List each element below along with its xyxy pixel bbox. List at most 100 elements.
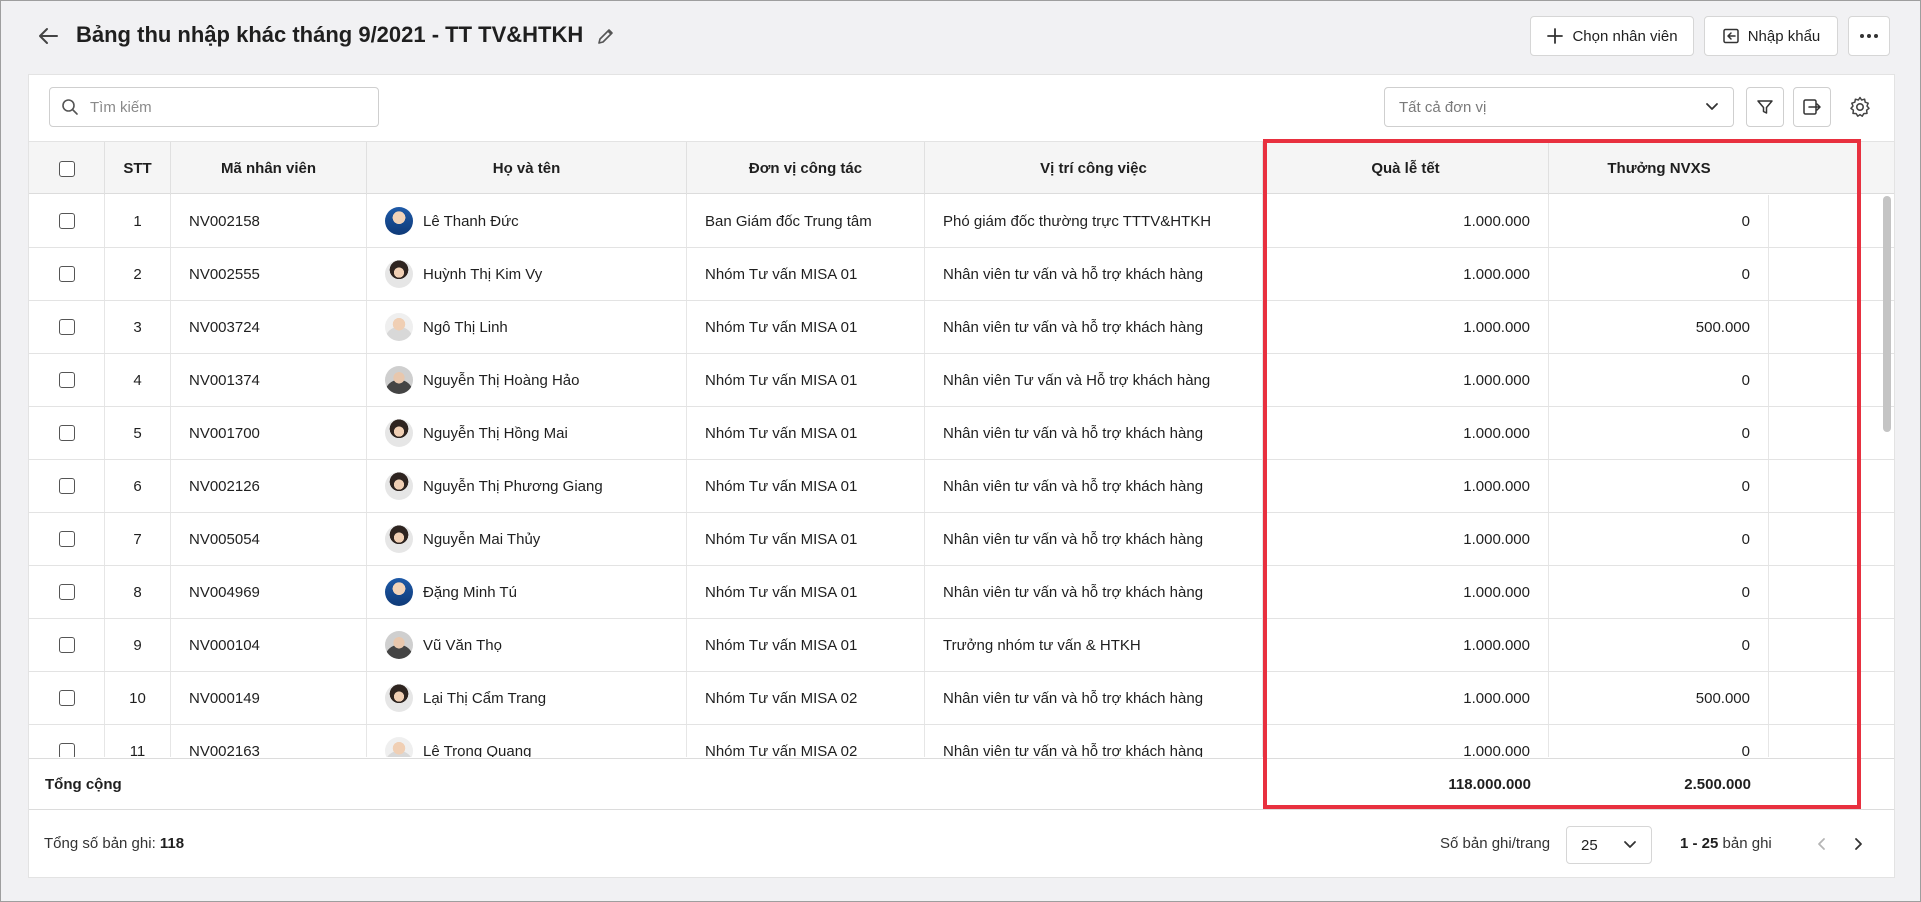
- back-button[interactable]: [34, 22, 62, 50]
- row-checkbox[interactable]: [58, 637, 75, 653]
- table-row[interactable]: 2 NV002555 Huỳnh Thị Kim Vy Nhóm Tư vấn MIS…: [29, 248, 1894, 301]
- stt-cell: 8: [105, 566, 171, 618]
- header-select-all: [29, 142, 105, 195]
- stt-cell: 6: [105, 460, 171, 512]
- position-cell: Nhân viên tư vấn và hỗ trợ khách hàng: [925, 513, 1263, 565]
- search-input[interactable]: [90, 98, 360, 116]
- stt-cell: 1: [105, 195, 171, 247]
- holiday-gift-cell: 1.000.000: [1263, 301, 1549, 353]
- settings-button[interactable]: [1841, 87, 1879, 127]
- import-button[interactable]: Nhập khẩu: [1704, 16, 1838, 56]
- table-scrollbar[interactable]: [1883, 196, 1891, 432]
- page-title: Bảng thu nhập khác tháng 9/2021 - TT TV&…: [76, 22, 584, 47]
- avatar: [385, 207, 413, 235]
- stt-cell: 9: [105, 619, 171, 671]
- table-row[interactable]: 10 NV000149 Lại Thị Cẩm Trang Nhóm Tư vấn M…: [29, 672, 1894, 725]
- choose-employee-button[interactable]: Chọn nhân viên: [1530, 16, 1694, 56]
- table-row[interactable]: 1 NV002158 Lê Thanh Đức Ban Giám đốc Trung …: [29, 195, 1894, 248]
- full-name-cell: Nguyễn Thị Hồng Mai: [367, 407, 687, 459]
- department-cell: Ban Giám đốc Trung tâm: [687, 195, 925, 247]
- row-checkbox[interactable]: [58, 425, 75, 441]
- table-row[interactable]: 4 NV001374 Nguyễn Thị Hoàng Hảo Nhóm Tư vấn…: [29, 354, 1894, 407]
- unit-filter-select[interactable]: Tất cả đơn vị: [1384, 87, 1734, 127]
- table-row[interactable]: 9 NV000104 Vũ Văn Thọ Nhóm Tư vấn MISA 01 Tr…: [29, 619, 1894, 672]
- employee-code-cell: NV005054: [171, 513, 367, 565]
- holiday-gift-cell: 1.000.000: [1263, 672, 1549, 724]
- edit-title-button[interactable]: [594, 24, 618, 48]
- row-select-cell: [29, 619, 105, 671]
- employee-code-cell: NV004969: [171, 566, 367, 618]
- position-cell: Nhân viên tư vấn và hỗ trợ khách hàng: [925, 672, 1263, 724]
- export-icon: [1803, 99, 1821, 115]
- empty-cell: [1769, 248, 1894, 300]
- row-checkbox[interactable]: [58, 584, 75, 600]
- employee-code-cell: NV002163: [171, 725, 367, 757]
- department-cell: Nhóm Tư vấn MISA 01: [687, 407, 925, 459]
- table-row[interactable]: 8 NV004969 Đặng Minh Tú Nhóm Tư vấn MISA 01…: [29, 566, 1894, 619]
- next-page-button[interactable]: [1848, 830, 1870, 858]
- employee-name: Ngô Thị Linh: [423, 318, 508, 336]
- holiday-gift-cell: 1.000.000: [1263, 619, 1549, 671]
- empty-cell: [1769, 513, 1894, 565]
- holiday-gift-cell: 1.000.000: [1263, 725, 1549, 757]
- department-cell: Nhóm Tư vấn MISA 01: [687, 513, 925, 565]
- table-row[interactable]: 11 NV002163 Lê Trọng Quang Nhóm Tư vấn MISA…: [29, 725, 1894, 757]
- empty-cell: [1769, 725, 1894, 757]
- previous-page-button[interactable]: [1810, 830, 1832, 858]
- page-range-value: 1 - 25: [1680, 835, 1719, 852]
- table-row[interactable]: 7 NV005054 Nguyễn Mai Thủy Nhóm Tư vấn MISA…: [29, 513, 1894, 566]
- import-label: Nhập khẩu: [1747, 27, 1821, 45]
- row-checkbox[interactable]: [58, 690, 75, 706]
- row-checkbox[interactable]: [58, 213, 75, 229]
- table-row[interactable]: 3 NV003724 Ngô Thị Linh Nhóm Tư vấn MISA 01…: [29, 301, 1894, 354]
- row-checkbox[interactable]: [58, 478, 75, 494]
- empty-cell: [1769, 354, 1894, 406]
- position-cell: Nhân viên tư vấn và hỗ trợ khách hàng: [925, 725, 1263, 757]
- total-records: Tổng số bản ghi: 118: [44, 835, 184, 852]
- position-cell: Nhân viên tư vấn và hỗ trợ khách hàng: [925, 407, 1263, 459]
- employee-name: Huỳnh Thị Kim Vy: [423, 265, 543, 283]
- more-options-button[interactable]: [1848, 16, 1890, 56]
- pencil-icon: [598, 29, 613, 44]
- excellent-bonus-cell: 500.000: [1549, 672, 1769, 724]
- select-all-checkbox[interactable]: [58, 160, 75, 177]
- header-department: Đơn vị công tác: [687, 142, 925, 195]
- department-cell: Nhóm Tư vấn MISA 02: [687, 672, 925, 724]
- employee-name: Lê Thanh Đức: [423, 212, 519, 230]
- row-checkbox[interactable]: [58, 319, 75, 335]
- position-cell: Nhân viên tư vấn và hỗ trợ khách hàng: [925, 301, 1263, 353]
- total-records-value: 118: [159, 835, 185, 852]
- full-name-cell: Lê Thanh Đức: [367, 195, 687, 247]
- row-select-cell: [29, 566, 105, 618]
- empty-cell: [1769, 672, 1894, 724]
- row-checkbox[interactable]: [58, 372, 75, 388]
- row-checkbox[interactable]: [58, 531, 75, 547]
- page-range: 1 - 25 bản ghi: [1680, 835, 1772, 852]
- position-cell: Trưởng nhóm tư vấn & HTKH: [925, 619, 1263, 671]
- holiday-gift-cell: 1.000.000: [1263, 354, 1549, 406]
- stt-cell: 3: [105, 301, 171, 353]
- table-header: STT Mã nhân viên Họ và tên Đơn vị công t…: [29, 141, 1894, 195]
- filter-button[interactable]: [1746, 87, 1784, 127]
- income-table: STT Mã nhân viên Họ và tên Đơn vị công t…: [29, 141, 1894, 811]
- row-select-cell: [29, 672, 105, 724]
- page-range-suffix: bản ghi: [1722, 835, 1772, 852]
- position-cell: Nhân viên Tư vấn và Hỗ trợ khách hàng: [925, 354, 1263, 406]
- row-checkbox[interactable]: [58, 743, 75, 757]
- position-cell: Nhân viên tư vấn và hỗ trợ khách hàng: [925, 248, 1263, 300]
- chevron-left-icon: [1818, 838, 1825, 850]
- avatar: [385, 525, 413, 553]
- unit-filter-value: Tất cả đơn vị: [1399, 98, 1487, 116]
- page-size-label: Số bản ghi/trang: [1440, 835, 1551, 852]
- excellent-bonus-cell: 0: [1549, 460, 1769, 512]
- excellent-bonus-cell: 0: [1549, 566, 1769, 618]
- row-checkbox[interactable]: [58, 266, 75, 282]
- search-box[interactable]: [49, 87, 379, 127]
- page-size-select[interactable]: 25: [1566, 826, 1652, 864]
- total-holiday-gift: 118.000.000: [1448, 776, 1531, 793]
- plus-icon: [1547, 28, 1564, 44]
- table-row[interactable]: 6 NV002126 Nguyễn Thị Phương Giang Nhóm Tư …: [29, 460, 1894, 513]
- full-name-cell: Đặng Minh Tú: [367, 566, 687, 618]
- table-row[interactable]: 5 NV001700 Nguyễn Thị Hồng Mai Nhóm Tư vấn …: [29, 407, 1894, 460]
- export-button[interactable]: [1793, 87, 1831, 127]
